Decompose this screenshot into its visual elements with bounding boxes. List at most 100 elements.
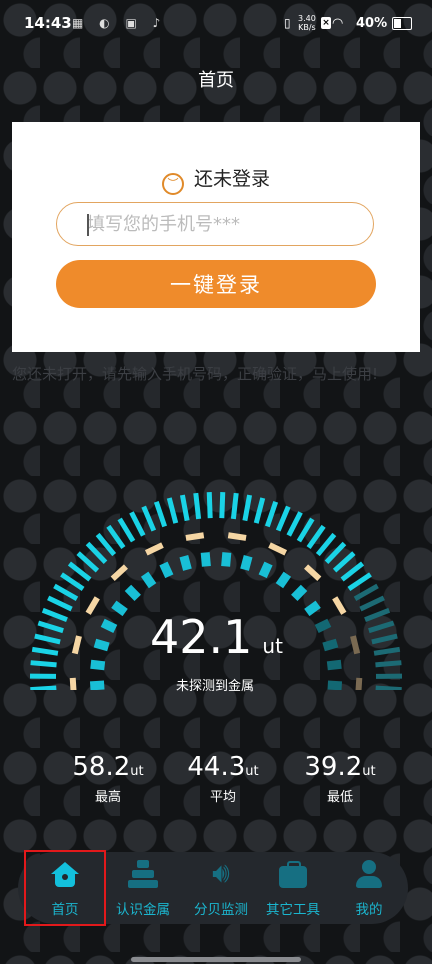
gauge-outer-tick: [347, 572, 372, 591]
gauge-outer-tick: [95, 532, 117, 557]
user-icon: [355, 860, 383, 888]
gauge-outer-tick: [30, 685, 57, 690]
nav-decibel[interactable]: 🔊︎ 分贝监测: [182, 852, 260, 924]
gauge-outer-tick: [60, 572, 85, 591]
stat-min-value: 39.2: [304, 752, 363, 782]
nav-know-metals[interactable]: 认识金属: [104, 852, 182, 924]
gauge-reading-unit: ut: [262, 634, 283, 658]
gauge-outer-tick: [340, 561, 365, 582]
gauge-middle-segment: [185, 532, 205, 541]
gauge-outer-tick: [286, 511, 303, 537]
gauge-outer-tick: [117, 517, 136, 543]
gauge-outer-tick: [31, 646, 59, 656]
nav-other-tools[interactable]: 其它工具: [254, 852, 332, 924]
battery-icon: [392, 17, 412, 30]
gauge-outer-tick: [67, 561, 92, 582]
gauge-reading: 42.1 ut: [150, 610, 310, 664]
gauge-reading-value: 42.1: [150, 610, 253, 664]
gauge-outer-tick: [359, 595, 385, 612]
metal-bars-icon: [128, 860, 158, 888]
gauge-outer-tick: [242, 494, 253, 522]
stat-max-value: 58.2: [72, 752, 131, 782]
gauge-outer-tick: [353, 583, 379, 601]
gauge-outer-tick: [371, 633, 398, 645]
toolbox-icon: [279, 861, 307, 888]
gauge-outer-tick: [296, 517, 315, 543]
gauge-outer-tick: [368, 620, 395, 634]
gauge-outer-tick: [166, 497, 179, 524]
network-speed-value: 3.40: [298, 14, 316, 23]
gauge-outer-tick: [193, 492, 202, 520]
stat-avg: 44.3ut 平均: [163, 752, 283, 805]
stat-max: 58.2ut 最高: [48, 752, 168, 805]
gauge-inner-tick: [327, 680, 343, 690]
nav-mine[interactable]: 我的: [330, 852, 408, 924]
nav-home-label: 首页: [51, 902, 79, 918]
gauge-inner-tick: [90, 659, 106, 671]
gauge-inner-tick: [159, 561, 174, 579]
gauge-middle-segment: [85, 596, 100, 615]
home-indicator[interactable]: [131, 957, 301, 962]
gauge-middle-segment: [110, 564, 128, 581]
gauge-inner-tick: [111, 600, 128, 617]
gauge-inner-tick: [93, 638, 110, 652]
gauge-status: 未探测到金属: [175, 679, 254, 694]
notice-text: 您还未打开，请先输入手机号码，正确验证，马上使用!: [12, 365, 379, 383]
gauge-inner-tick: [100, 618, 118, 634]
gauge-outer-tick: [47, 595, 73, 612]
gauge-outer-tick: [219, 492, 226, 519]
stat-avg-unit: ut: [245, 764, 259, 779]
stat-max-unit: ut: [130, 764, 144, 779]
nav-home[interactable]: 首页: [24, 850, 106, 926]
battery-percent: 40%: [356, 16, 388, 31]
status-bar: 14:43 ▦ ◐ ▣ ♪ ▯ 3.40 KB/s × ◠ 40%: [0, 0, 432, 52]
gauge-outer-tick: [253, 497, 266, 524]
bottom-nav: 首页 认识金属 🔊︎ 分贝监测 其它工具 我的: [18, 850, 408, 926]
gauge-outer-tick: [306, 524, 326, 549]
gauge-inner-tick: [240, 555, 253, 571]
stat-avg-value: 44.3: [187, 752, 246, 782]
status-time: 14:43: [24, 14, 72, 32]
gauge-outer-tick: [34, 633, 61, 645]
gauge-outer-tick: [230, 492, 239, 520]
home-icon: [50, 862, 80, 888]
gauge-middle-segment: [268, 542, 288, 556]
gauge-outer-tick: [324, 541, 347, 565]
gauge-outer-tick: [129, 511, 146, 537]
stat-avg-label: 平均: [209, 790, 236, 805]
login-status: ︶ 还未登录: [12, 164, 420, 195]
gauge-middle-segment: [144, 542, 164, 556]
nav-know-metals-label: 认识金属: [116, 902, 170, 918]
gauge-inner-tick: [200, 552, 211, 567]
notification-icons: ▦ ◐ ▣ ♪: [72, 16, 167, 30]
gauge-outer-tick: [85, 541, 108, 565]
gauge-outer-tick: [364, 607, 391, 623]
sad-face-icon: ︶: [161, 173, 184, 195]
gauge-middle-segment: [350, 635, 361, 655]
gauge-outer-tick: [264, 501, 279, 528]
nav-decibel-label: 分贝监测: [194, 902, 248, 918]
gauge-outer-tick: [275, 505, 291, 532]
sim-off-icon: ×: [321, 17, 331, 29]
gauge-inner-tick: [314, 618, 332, 634]
login-status-text: 还未登录: [193, 168, 270, 190]
network-speed: 3.40 KB/s: [298, 14, 316, 32]
network-speed-unit: KB/s: [298, 23, 316, 32]
gauge-middle-segment: [71, 635, 82, 655]
gauge-outer-tick: [375, 685, 402, 690]
gauge-outer-tick: [106, 524, 126, 549]
gauge-inner-tick: [140, 571, 157, 589]
gauge-outer-tick: [206, 492, 213, 519]
phone-input[interactable]: [56, 202, 374, 246]
gauge-outer-tick: [375, 660, 402, 668]
stat-min-unit: ut: [362, 764, 376, 779]
gauge-middle-segment: [227, 532, 247, 541]
gauge-inner-tick: [258, 561, 273, 579]
gauge-outer-tick: [76, 551, 100, 573]
nav-other-tools-label: 其它工具: [266, 902, 320, 918]
one-click-login-button[interactable]: 一键登录: [56, 260, 376, 308]
gauge-outer-tick: [30, 660, 57, 668]
gauge-outer-tick: [332, 551, 356, 573]
gauge-inner-tick: [89, 680, 105, 690]
gauge-outer-tick: [315, 532, 337, 557]
